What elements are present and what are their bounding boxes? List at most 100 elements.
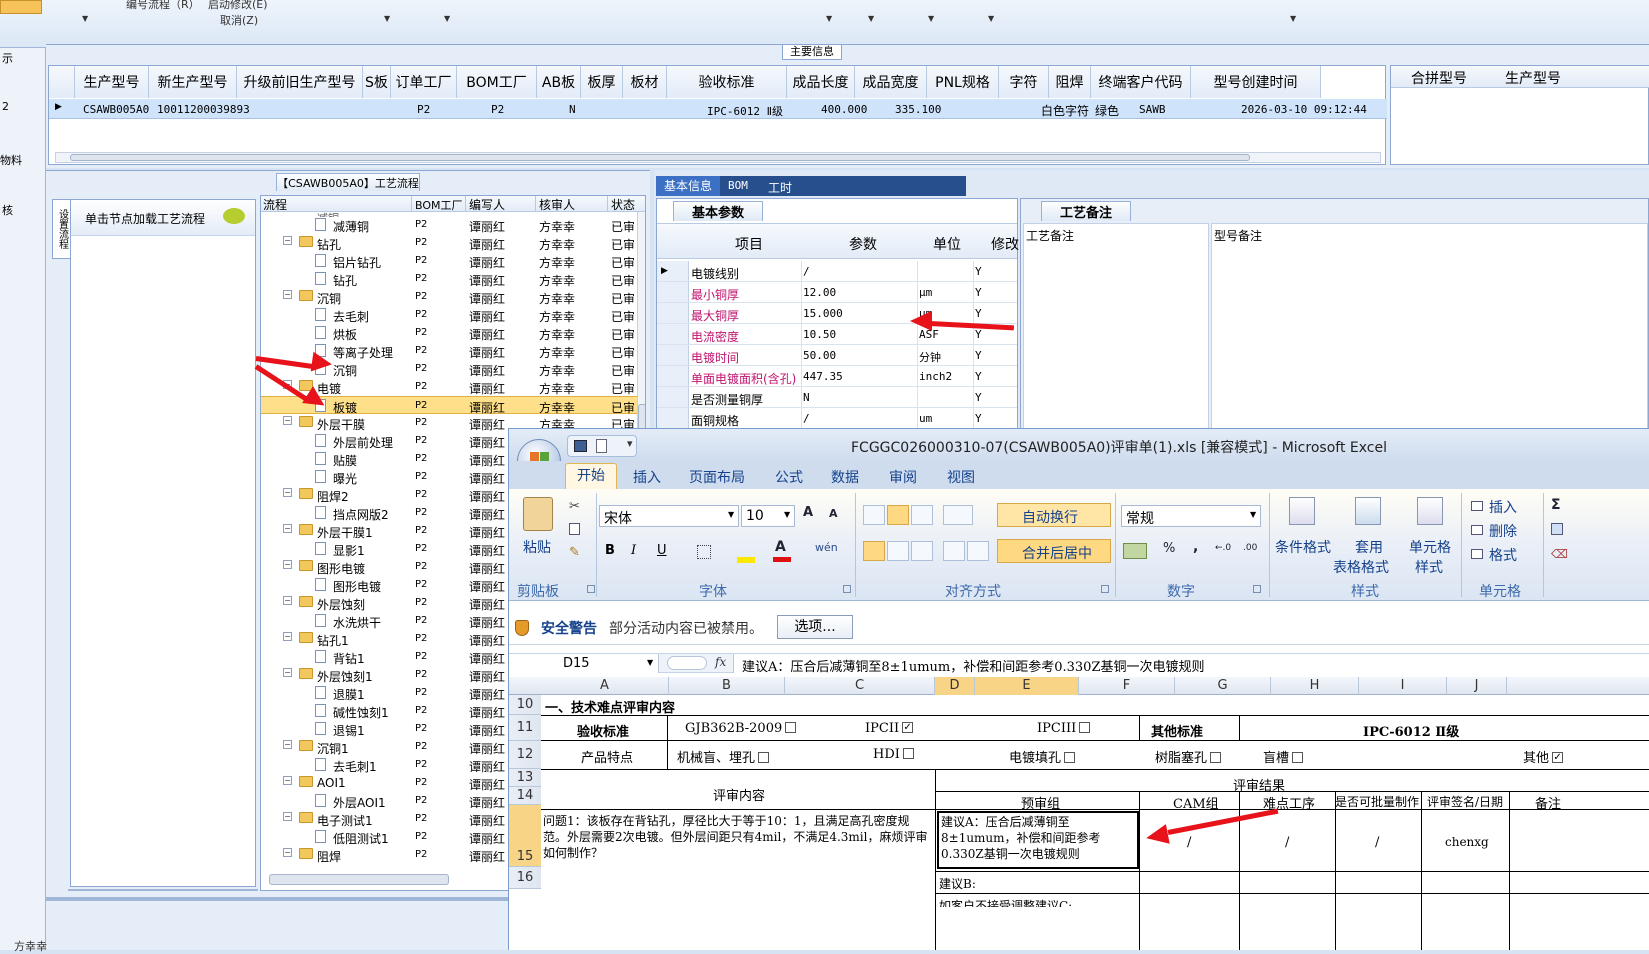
dropdown-arrow-icon[interactable]: ▼ [826,14,832,23]
formula-input[interactable]: 建议A：压合后减薄铜至8±1umum，补偿和间距参考0.330Z基铜一次电镀规则 [733,654,1649,675]
tab-bom[interactable]: BOM [728,179,748,192]
tab-insert[interactable]: 插入 [633,467,661,487]
active-menu-tab[interactable] [0,0,42,14]
cell-fill[interactable]: 电镀填孔 [1009,747,1076,766]
nav-item[interactable]: 示 [2,50,13,66]
customize-qat-icon[interactable]: ▾ [627,437,633,450]
cell-f15[interactable]: / [1187,835,1191,850]
clear-icon[interactable]: ⌫ [1551,547,1568,561]
tab-home[interactable]: 开始 [565,463,617,489]
column-header[interactable]: 板材 [623,66,667,98]
cell-i15[interactable]: chenxg [1445,835,1489,849]
formula-expand-icon[interactable] [667,656,707,670]
tab-hours[interactable]: 工时 [768,179,792,196]
tab-data[interactable]: 数据 [831,467,859,487]
nav-item[interactable]: 核 [2,202,13,218]
other-checkbox-checked[interactable]: ✓ [1552,752,1564,763]
dialog-launcher-icon[interactable] [587,585,595,593]
align-right-icon[interactable] [911,541,933,561]
model-note-area[interactable]: 型号备注 [1211,223,1648,439]
conditional-format-icon[interactable] [1289,497,1315,525]
save-icon[interactable] [574,440,587,452]
dialog-launcher-icon[interactable] [843,585,851,593]
param-row[interactable]: 最大铜厚 15.000 μm Y [657,303,1017,324]
nav-item[interactable]: 2 [2,100,9,113]
start-edit-button[interactable]: 启动修改(E) [208,0,268,12]
gjb-checkbox[interactable] [785,722,797,733]
autosum-icon[interactable]: Σ [1551,497,1561,513]
cell-g15[interactable]: / [1285,835,1289,850]
collapse-icon[interactable]: − [283,632,292,641]
dropdown-arrow-icon[interactable]: ▼ [928,14,934,23]
fill-checkbox[interactable] [1064,752,1076,763]
dialog-launcher-icon[interactable] [1101,585,1109,593]
collapse-icon[interactable]: − [283,668,292,677]
blind-checkbox[interactable] [758,752,770,763]
format-table-button[interactable]: 套用 [1355,537,1383,557]
tab-page-layout[interactable]: 页面布局 [689,467,745,487]
paste-icon[interactable] [523,497,553,531]
cell-other[interactable]: 其他 ✓ [1523,747,1564,766]
tree-row[interactable]: 铝片钻孔 P2 谭丽红 方幸幸 已审 [261,252,641,270]
cancel-button[interactable]: 取消(Z) [220,12,258,28]
column-header[interactable]: E [975,677,1079,695]
tree-row[interactable]: 减薄铜 P2 谭丽红 方幸幸 已审 [261,216,641,234]
column-header[interactable]: 升级前旧生产型号 [237,66,363,98]
row-header[interactable]: 13 [509,769,541,787]
row-header[interactable]: 14 [509,787,541,805]
cell-question1[interactable]: 问题1：该板存在背钻孔，厚径比大于等于10：1，且满足高孔密度规范。外层需要2次… [543,813,931,861]
dropdown-arrow-icon[interactable]: ▼ [1290,14,1296,23]
cell-resin[interactable]: 树脂塞孔 [1155,747,1222,766]
cell-styles-icon[interactable] [1417,497,1443,525]
collapse-icon[interactable]: − [283,848,292,857]
conditional-format-button[interactable]: 条件格式 [1275,537,1331,557]
collapse-icon[interactable]: − [283,290,292,299]
hdi-checkbox[interactable] [902,748,914,759]
param-row[interactable]: 单面电镀面积(含孔) 447.35 inch2 Y [657,366,1017,387]
slot-checkbox[interactable] [1292,752,1304,763]
cell-sign[interactable]: 评审签名/日期 [1427,793,1503,810]
column-header[interactable]: C [785,677,935,695]
cell-d16[interactable]: 建议B: [939,875,976,892]
process-note-area[interactable]: 工艺备注 [1023,223,1209,439]
setup-flow-vtab[interactable]: 设置流程 [52,199,72,259]
cell-accept-std[interactable]: 验收标准 [577,721,629,740]
param-row[interactable]: 最小铜厚 12.00 μm Y [657,282,1017,303]
format-table-icon[interactable] [1355,497,1381,525]
cell-review-content[interactable]: 评审内容 [713,785,765,804]
column-header[interactable]: F [1079,677,1175,695]
copy-icon[interactable] [569,523,580,535]
dropdown-arrow-icon[interactable]: ▼ [384,14,390,23]
collapse-icon[interactable]: − [283,236,292,245]
cell-ipc3[interactable]: IPCIII [1037,721,1091,736]
column-header[interactable]: 型号创建时间 [1191,66,1321,98]
column-header[interactable]: D [935,677,975,695]
column-header[interactable]: 板厚 [581,66,623,98]
cell-product-feat[interactable]: 产品特点 [581,747,633,766]
column-header[interactable]: 新生产型号 [149,66,237,98]
options-button[interactable]: 选项... [777,615,853,639]
fill-color-icon[interactable] [737,557,755,563]
ipc3-checkbox[interactable] [1079,722,1091,733]
font-color-icon[interactable]: A [775,539,786,555]
column-header[interactable]: AB板 [537,66,581,98]
column-header[interactable]: PNL规格 [927,66,999,98]
merge-center-button[interactable]: 合并后居中 [997,539,1111,563]
tree-row[interactable]: − 钻孔 P2 谭丽红 方幸幸 已审 [261,234,641,252]
column-header[interactable]: S板 [363,66,391,98]
column-header[interactable]: G [1175,677,1271,695]
collapse-icon[interactable]: − [283,596,292,605]
column-header[interactable]: 阻焊 [1049,66,1091,98]
row-header[interactable]: 16 [509,867,541,889]
column-header[interactable]: 生产型号 [75,66,149,98]
font-size-select[interactable]: 10 ▼ [741,505,795,527]
bold-icon[interactable]: B [605,543,615,558]
collapse-icon[interactable]: − [283,740,292,749]
orientation-icon[interactable] [943,505,973,525]
cut-icon[interactable]: ✂ [569,499,580,514]
horizontal-scrollbar[interactable] [269,874,449,885]
increase-indent-icon[interactable] [967,541,989,561]
cell-other-std[interactable]: 其他标准 [1151,721,1203,740]
tab-basic-info[interactable]: 基本信息 [656,176,720,196]
tab-formulas[interactable]: 公式 [775,467,803,487]
